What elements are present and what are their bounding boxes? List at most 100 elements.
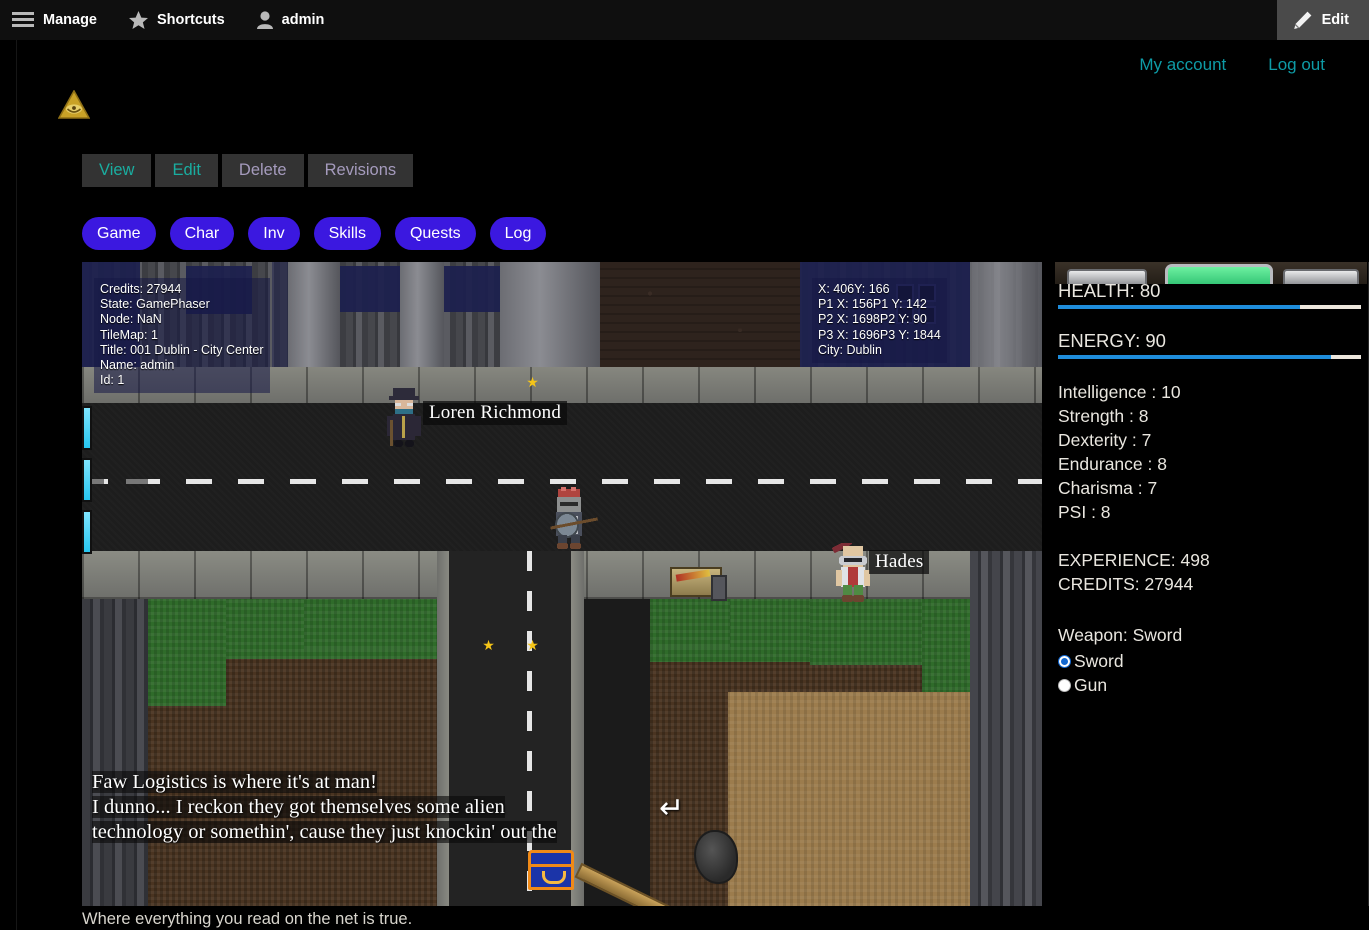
weapon-option-sword-label: Sword [1074,651,1124,671]
building-window [340,266,400,312]
site-logo[interactable] [58,90,90,120]
attribute-charisma: Charisma : 7 [1058,478,1158,498]
building-pillar [970,262,1042,367]
left-building [82,599,148,906]
hud-right-line-5: City: Dublin [818,342,882,357]
admin-toolbar-shortcuts[interactable]: Shortcuts [113,0,241,40]
banner-green-panel [1165,264,1273,284]
building-window [444,266,500,312]
admin-toolbar-shortcuts-label: Shortcuts [157,12,225,28]
health-bar-fill [1058,305,1301,309]
log-out-link[interactable]: Log out [1268,55,1325,75]
user-icon [256,11,273,29]
health-label: HEALTH: 80 [1058,280,1161,301]
character-stats-panel: HEALTH: 80 ENERGY: 90 Intelligence : 10 … [1050,262,1369,906]
weapon-option-gun-label: Gun [1074,675,1108,695]
weapon-option-sword[interactable]: Sword [1058,651,1124,672]
admin-toolbar-user[interactable]: admin [241,0,341,40]
radio-gun-icon[interactable] [1058,679,1071,692]
hud-right-line-3: P2 X: 1698P2 Y: 90 [818,312,927,327]
road-center-line-shadow [82,479,167,484]
game-viewport[interactable]: ★ ★ ★ Loren Richmond Hades Credits: 2794… [82,262,1042,906]
weapon-current-label: Weapon: Sword [1058,625,1183,645]
admin-toolbar: Manage Shortcuts admin Edit [0,0,1369,40]
enter-arrow-icon[interactable]: ↵ [659,794,684,824]
hud-right-line-2: P1 X: 156P1 Y: 142 [818,297,927,312]
admin-toolbar-edit-button[interactable]: Edit [1276,0,1369,40]
hamburger-icon [12,12,34,28]
hud-left-line-1: Credits: 27944 [100,282,182,296]
dialogue-line-3: technology or somethin', cause they just… [92,821,557,843]
attribute-strength: Strength : 8 [1058,406,1149,426]
page-body: My account Log out View Edit Delete Revi… [0,40,1369,930]
tab-view[interactable]: View [82,154,152,187]
star-icon [129,11,148,29]
tab-revisions[interactable]: Revisions [307,154,414,187]
radio-sword-icon[interactable] [1058,655,1071,668]
pill-game[interactable]: Game [82,217,156,250]
building-pillar [400,262,444,367]
illuminati-pyramid-icon [58,90,90,120]
energy-bar [1058,355,1361,359]
tab-edit[interactable]: Edit [155,154,218,187]
treasure-chest[interactable] [528,850,574,890]
left-rail [0,40,17,930]
hud-right-line-1: X: 406Y: 166 [818,282,890,296]
grass-patch [148,599,226,706]
pill-log[interactable]: Log [489,217,547,250]
credits-value: CREDITS: 27944 [1058,574,1194,594]
building-pillar [500,262,600,367]
pill-quests[interactable]: Quests [394,217,476,250]
admin-toolbar-manage-label: Manage [43,12,97,28]
node-task-tabs: View Edit Delete Revisions [82,154,414,187]
hud-left-line-5: Title: 001 Dublin - City Center [100,342,264,357]
hud-right-line-4: P3 X: 1696P3 Y: 1844 [818,327,941,342]
energy-bar-fill [1058,355,1331,359]
pill-char[interactable]: Char [169,217,235,250]
brick-building [600,262,800,367]
user-menu: My account Log out [1139,55,1325,75]
neon-window [82,406,92,450]
player-character[interactable] [538,487,600,549]
health-bar [1058,305,1361,309]
hud-debug-left: Credits: 27944 State: GamePhaser Node: N… [94,278,270,394]
tab-delete[interactable]: Delete [221,154,304,187]
npc-loren-richmond[interactable] [382,386,426,450]
attribute-psi: PSI : 8 [1058,502,1111,522]
banner-pad [1283,269,1359,284]
hud-left-line-2: State: GamePhaser [100,297,210,312]
star-pickup[interactable]: ★ [526,638,539,652]
weapon-option-gun[interactable]: Gun [1058,675,1107,696]
road-center-line [82,479,1042,484]
pill-inv[interactable]: Inv [248,217,300,250]
star-pickup[interactable]: ★ [526,375,539,389]
admin-toolbar-user-label: admin [281,12,325,28]
admin-toolbar-manage[interactable]: Manage [0,0,113,40]
my-account-link[interactable]: My account [1139,55,1226,75]
hud-left-line-4: TileMap: 1 [100,327,158,342]
pill-skills[interactable]: Skills [313,217,381,250]
dialogue-box[interactable]: Faw Logistics is where it's at man! I du… [92,770,682,845]
neon-window [82,458,92,502]
game-nav-pills: Game Char Inv Skills Quests Log [82,217,547,250]
rock-prop [694,830,738,884]
pencil-icon [1293,11,1312,30]
grass-patch [304,599,437,649]
experience-value: EXPERIENCE: 498 [1058,550,1210,570]
site-tagline: Where everything you read on the net is … [82,910,413,928]
energy-label: ENERGY: 90 [1058,330,1166,351]
npc-name-label: Loren Richmond [423,401,568,425]
dialogue-line-2: I dunno... I reckon they got themselves … [92,796,505,818]
hud-left-line-6: Name: admin [100,358,175,373]
grass-patch [810,599,922,665]
hud-debug-right: X: 406Y: 166 P1 X: 156P1 Y: 142 P2 X: 16… [812,278,947,364]
right-building [970,551,1042,906]
attribute-intelligence: Intelligence : 10 [1058,382,1181,402]
hud-left-line-7: Id: 1 [100,373,125,388]
dialogue-line-1: Faw Logistics is where it's at man! [92,771,377,793]
building-pillar [288,262,340,367]
toolbox-item[interactable] [670,567,727,601]
admin-toolbar-edit-label: Edit [1321,12,1349,28]
star-pickup[interactable]: ★ [482,638,495,652]
attribute-endurance: Endurance : 8 [1058,454,1167,474]
